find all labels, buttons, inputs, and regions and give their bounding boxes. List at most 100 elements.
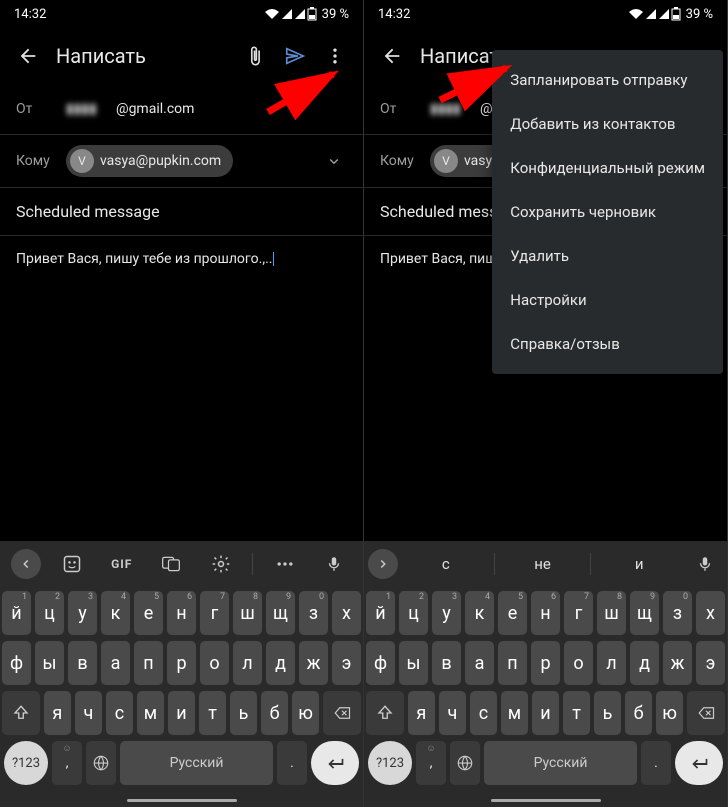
key-letter[interactable]: у3 (68, 591, 97, 635)
key-letter[interactable]: д (266, 641, 295, 685)
key-letter[interactable]: е5 (498, 591, 527, 635)
key-letter[interactable]: е5 (134, 591, 163, 635)
key-enter-icon[interactable] (675, 741, 723, 785)
subject-field[interactable]: Scheduled message (0, 188, 363, 235)
key-letter[interactable]: л (597, 641, 626, 685)
suggestion[interactable]: с (398, 555, 494, 573)
key-letter[interactable]: в (432, 641, 461, 685)
key-letter[interactable]: ц2 (399, 591, 428, 635)
key-letter[interactable]: х (696, 591, 725, 635)
menu-item[interactable]: Удалить (492, 234, 723, 278)
key-letter[interactable]: г7 (564, 591, 593, 635)
menu-item[interactable]: Настройки (492, 278, 723, 322)
key-symbols[interactable]: ?123 (368, 741, 412, 785)
key-letter[interactable]: х (332, 591, 361, 635)
key-letter[interactable]: я (44, 691, 71, 735)
key-letter[interactable]: о (564, 641, 593, 685)
key-letter[interactable]: м (501, 691, 528, 735)
key-letter[interactable]: г7 (200, 591, 229, 635)
key-letter[interactable]: к4 (101, 591, 130, 635)
key-letter[interactable]: з0 (299, 591, 328, 635)
key-letter[interactable]: ы (35, 641, 64, 685)
key-letter[interactable]: т (199, 691, 226, 735)
to-row[interactable]: Кому V vasya@pupkin.com (0, 135, 363, 187)
kb-sticker-icon[interactable] (54, 546, 90, 582)
key-letter[interactable]: ж (299, 641, 328, 685)
key-letter[interactable]: й1 (366, 591, 395, 635)
key-letter[interactable]: э (696, 641, 725, 685)
key-letter[interactable]: щ9 (266, 591, 295, 635)
key-letter[interactable]: т (563, 691, 590, 735)
key-letter[interactable]: ф (366, 641, 395, 685)
key-letter[interactable]: л (233, 641, 262, 685)
key-letter[interactable]: в (68, 641, 97, 685)
key-globe-icon[interactable] (450, 741, 480, 785)
key-space[interactable]: Русский (120, 741, 273, 785)
key-letter[interactable]: б (261, 691, 288, 735)
kb-gif-icon[interactable]: GIF (104, 546, 140, 582)
key-letter[interactable]: р (167, 641, 196, 685)
key-letter[interactable]: ь (594, 691, 621, 735)
key-backspace-icon[interactable] (687, 691, 725, 735)
key-letter[interactable]: а (101, 641, 130, 685)
key-comma[interactable]: ☺, (52, 741, 82, 785)
menu-item[interactable]: Запланировать отправку (492, 58, 723, 102)
kb-translate-icon[interactable] (153, 546, 189, 582)
key-letter[interactable]: б (625, 691, 652, 735)
key-letter[interactable]: п (134, 641, 163, 685)
key-symbols[interactable]: ?123 (4, 741, 48, 785)
kb-mic-icon[interactable] (687, 546, 723, 582)
key-shift-icon[interactable] (2, 691, 40, 735)
key-letter[interactable]: с (470, 691, 497, 735)
back-icon[interactable] (372, 36, 412, 76)
key-letter[interactable]: ф (2, 641, 31, 685)
key-letter[interactable]: у3 (432, 591, 461, 635)
key-letter[interactable]: п (498, 641, 527, 685)
send-icon[interactable] (275, 36, 315, 76)
key-period[interactable]: . (277, 741, 307, 785)
kb-settings-icon[interactable] (203, 546, 239, 582)
nav-pill[interactable] (491, 799, 601, 802)
kb-chevron-left-icon[interactable] (11, 549, 41, 579)
key-comma[interactable]: ☺, (416, 741, 446, 785)
recipient-chip[interactable]: V vasya@pupkin.com (66, 145, 233, 177)
key-letter[interactable]: ш8 (597, 591, 626, 635)
key-period[interactable]: . (641, 741, 671, 785)
key-letter[interactable]: р (531, 641, 560, 685)
key-letter[interactable]: ж (663, 641, 692, 685)
key-letter[interactable]: и (168, 691, 195, 735)
kb-chevron-right-icon[interactable] (368, 549, 398, 579)
suggestion[interactable]: и (591, 555, 687, 573)
key-letter[interactable]: м (137, 691, 164, 735)
key-letter[interactable]: и (532, 691, 559, 735)
key-letter[interactable]: з0 (663, 591, 692, 635)
key-letter[interactable]: ю (292, 691, 319, 735)
menu-item[interactable]: Справка/отзыв (492, 322, 723, 366)
menu-item[interactable]: Сохранить черновик (492, 190, 723, 234)
body-field[interactable]: Привет Вася, пишу тебе из прошлого.,.. (0, 236, 363, 416)
menu-item[interactable]: Добавить из контактов (492, 102, 723, 146)
key-enter-icon[interactable] (311, 741, 359, 785)
key-letter[interactable]: с (106, 691, 133, 735)
menu-item[interactable]: Конфиденциальный режим (492, 146, 723, 190)
key-backspace-icon[interactable] (323, 691, 361, 735)
back-icon[interactable] (8, 36, 48, 76)
key-letter[interactable]: ю (656, 691, 683, 735)
more-icon[interactable] (315, 36, 355, 76)
key-letter[interactable]: н6 (531, 591, 560, 635)
key-letter[interactable]: а (465, 641, 494, 685)
key-letter[interactable]: ы (399, 641, 428, 685)
key-letter[interactable]: щ9 (630, 591, 659, 635)
key-letter[interactable]: й1 (2, 591, 31, 635)
key-letter[interactable]: ь (230, 691, 257, 735)
key-letter[interactable]: я (408, 691, 435, 735)
from-row[interactable]: От ▮▮▮▮@gmail.com (0, 84, 363, 134)
key-letter[interactable]: ц2 (35, 591, 64, 635)
key-letter[interactable]: к4 (465, 591, 494, 635)
key-letter[interactable]: э (332, 641, 361, 685)
attach-icon[interactable] (235, 36, 275, 76)
key-globe-icon[interactable] (86, 741, 116, 785)
key-letter[interactable]: ш8 (233, 591, 262, 635)
key-letter[interactable]: н6 (167, 591, 196, 635)
expand-icon[interactable] (321, 148, 347, 174)
